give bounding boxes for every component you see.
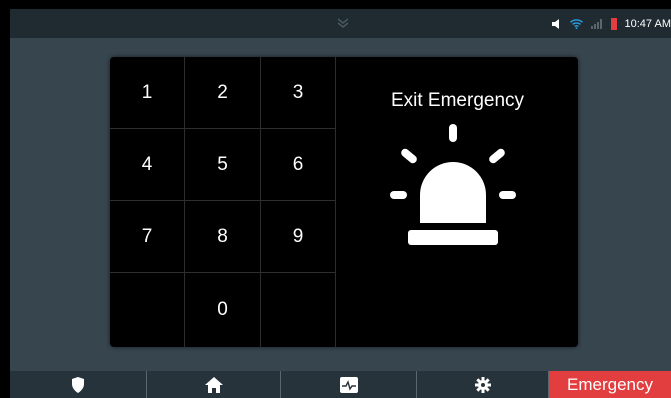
key-0[interactable]: 0: [185, 273, 261, 347]
home-icon: [204, 376, 223, 393]
keypad: 1 2 3 4 5 6 7 8 9 0: [110, 57, 336, 347]
nav-home[interactable]: [147, 371, 281, 398]
nav-activity[interactable]: [281, 371, 417, 398]
status-time: 10:47 AM: [624, 17, 671, 30]
chevron-down-icon[interactable]: [336, 17, 350, 29]
bottom-nav: Emergency: [10, 371, 671, 398]
key-3[interactable]: 3: [261, 57, 336, 129]
siren-icon: [390, 124, 516, 245]
key-2[interactable]: 2: [185, 57, 261, 129]
key-1[interactable]: 1: [110, 57, 185, 129]
key-5[interactable]: 5: [185, 129, 261, 201]
key-8[interactable]: 8: [185, 201, 261, 273]
activity-icon: [339, 376, 358, 393]
key-9[interactable]: 9: [261, 201, 336, 273]
emergency-button[interactable]: Emergency: [549, 371, 671, 398]
shield-icon: [72, 376, 84, 393]
signal-icon: [590, 18, 602, 29]
gear-icon: [474, 376, 491, 393]
nav-settings[interactable]: [417, 371, 549, 398]
status-bar: 10:47 AM: [10, 9, 671, 38]
wifi-icon: [569, 18, 583, 29]
key-6[interactable]: 6: [261, 129, 336, 201]
volume-icon: [551, 18, 559, 29]
nav-security[interactable]: [10, 371, 147, 398]
key-empty-right: [261, 273, 336, 347]
key-7[interactable]: 7: [110, 201, 185, 273]
battery-icon: [610, 17, 617, 30]
key-4[interactable]: 4: [110, 129, 185, 201]
key-empty-left: [110, 273, 185, 347]
exit-emergency-title: Exit Emergency: [390, 90, 525, 111]
